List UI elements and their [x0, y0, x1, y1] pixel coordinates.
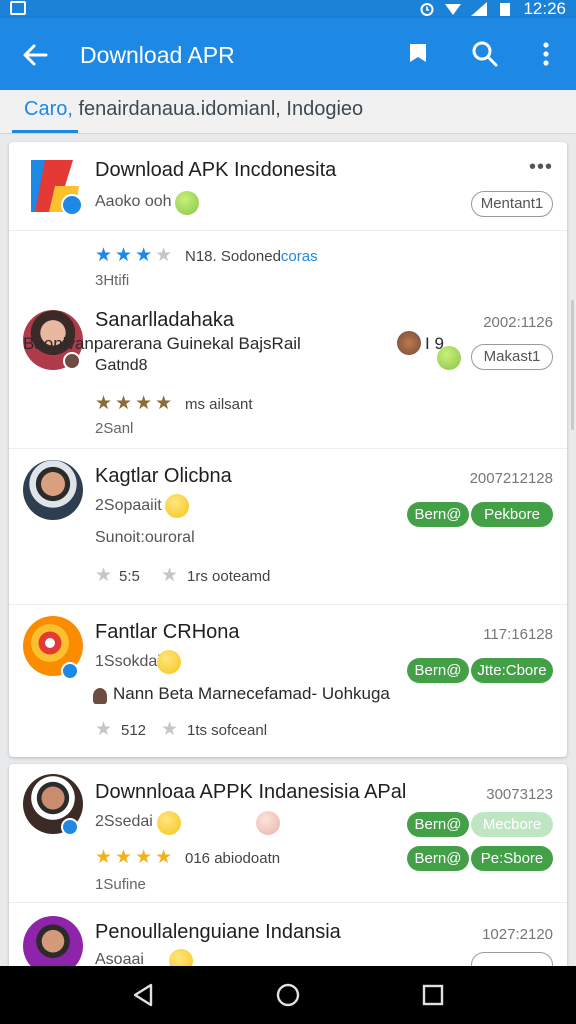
- arrow-left-icon[interactable]: [18, 38, 52, 72]
- item-meta: 1Sufine: [95, 876, 146, 893]
- item-subtitle: 2Ssedai: [95, 813, 153, 830]
- check-emoji-icon: [175, 191, 199, 215]
- item-primary-button[interactable]: Bern@: [407, 658, 469, 683]
- signal-icon: [471, 2, 488, 16]
- rating-text: ms ailsant: [185, 396, 253, 413]
- bookmark-icon[interactable]: [402, 38, 434, 70]
- item-subtitle: 2Sopaaiit: [95, 497, 162, 514]
- divider: [9, 448, 567, 449]
- item-primary-button[interactable]: Bern@: [407, 502, 469, 527]
- results-card: Download APK Incdonesita Aaoko ooh ••• M…: [9, 142, 567, 757]
- avatar: [23, 916, 83, 969]
- smile-emoji-icon: [157, 650, 181, 674]
- item-title: Sanarlladahaka: [95, 309, 234, 331]
- item-title: Penoullalenguiane Indansia: [95, 921, 341, 943]
- search-query-prefix: Caro,: [24, 98, 79, 120]
- rating-number: 5:5: [119, 568, 140, 585]
- item-time: 1027:2120: [482, 926, 553, 943]
- item-secondary-button[interactable]: Jtte:Cbore: [471, 658, 553, 683]
- rating-stars-icon: ★ ★ ★ ★: [95, 847, 173, 868]
- verified-badge-icon: [61, 194, 83, 216]
- badge-icon: [63, 352, 81, 370]
- search-bar[interactable]: Caro, fenairdanaua.idomianl, Indogieo: [0, 90, 576, 134]
- verified-badge-icon: [61, 818, 79, 836]
- rating-stars-icon: ★ ★ ★ ★: [95, 393, 173, 414]
- list-item[interactable]: Penoullalenguiane Indansia 1027:2120 Aso…: [9, 904, 567, 969]
- list-item[interactable]: Downnloaa APPK Indanesisia APal 30073123…: [9, 764, 567, 902]
- list-item[interactable]: Download APK Incdonesita Aaoko ooh ••• M…: [9, 142, 567, 230]
- item-action-button[interactable]: Makast1: [471, 344, 553, 370]
- person-icon: [93, 688, 107, 704]
- recents-square-icon[interactable]: [420, 982, 446, 1008]
- item-title: Fantlar CRHona: [95, 621, 240, 643]
- divider: [9, 230, 567, 231]
- item-primary-button[interactable]: Bern@: [407, 846, 469, 871]
- verified-badge-icon: [61, 662, 79, 680]
- rating-text: 016 abiodoatn: [185, 850, 281, 867]
- smile-emoji-icon: [157, 811, 181, 835]
- avatar-emoji-icon: [397, 331, 421, 355]
- rating-star-icon: ★: [95, 719, 113, 740]
- search-query[interactable]: Caro, fenairdanaua.idomianl, Indogieo: [24, 98, 363, 121]
- rating-star-icon: ★: [95, 565, 113, 586]
- list-item[interactable]: Kagtlar Olicbna 2007212128 2Sopaaiit Ber…: [9, 452, 567, 602]
- more-menu-icon[interactable]: •••: [529, 156, 553, 179]
- item-secondary-button[interactable]: Pekbore: [471, 502, 553, 527]
- item-subtitle: Aaoko ooh: [95, 193, 172, 210]
- item-secondary-button[interactable]: Pe:Sbore: [471, 846, 553, 871]
- item-time: 2002:1126: [483, 314, 553, 331]
- status-time: 12:26: [523, 0, 566, 18]
- item-time: 2007212128: [469, 470, 553, 487]
- item-title: Download APK Incdonesita: [95, 159, 337, 181]
- rating-text: 1ts sofceanl: [187, 722, 268, 739]
- rating-stars-icon: ★ ★ ★ ★: [95, 245, 173, 266]
- item-action-button[interactable]: Mentant1: [471, 191, 553, 217]
- system-nav-bar: [0, 966, 576, 1024]
- scrollbar[interactable]: [571, 300, 574, 430]
- rating-star-icon: ★: [161, 565, 179, 586]
- rating-text: N18. Sodonedcoras: [185, 248, 318, 265]
- item-extra: Nann Beta Marnecefamad- Uohkuga: [113, 684, 390, 703]
- search-query-rest: fenairdanaua.idomianl, Indogieo: [78, 98, 364, 120]
- rating-text: 1rs ooteamd: [187, 568, 271, 585]
- item-secondary-button[interactable]: Mecbore: [471, 812, 553, 837]
- home-circle-icon[interactable]: [275, 982, 301, 1008]
- smile-emoji-icon: [165, 494, 189, 518]
- more-vert-icon[interactable]: [530, 38, 562, 70]
- notification-icon: [10, 1, 26, 15]
- item-subtitle: 1Ssokdai: [95, 653, 161, 670]
- item-meta: 2Sanl: [95, 420, 134, 437]
- rating-block: ★ ★ ★ ★ N18. Sodonedcoras 3Htifi: [9, 240, 567, 294]
- rating-star-icon: ★: [161, 719, 179, 740]
- page-title: Download APR: [80, 42, 235, 68]
- item-title: Downnloaa APPK Indanesisia APal: [95, 781, 407, 803]
- wifi-icon: [445, 4, 462, 15]
- item-line3: Gatnd8: [95, 357, 148, 374]
- divider: [9, 902, 567, 903]
- item-meta: 3Htifi: [95, 272, 130, 289]
- item-time: 117:16128: [483, 626, 553, 643]
- item-time: 30073123: [486, 786, 553, 803]
- item-title: Kagtlar Olicbna: [95, 465, 232, 487]
- search-icon[interactable]: [469, 38, 501, 70]
- item-line2: Baonlvanparerana Guinekal BajsRail: [23, 334, 301, 353]
- search-underline: [12, 130, 78, 133]
- results-card: Downnloaa APPK Indanesisia APal 30073123…: [9, 764, 567, 969]
- item-extra: Sunoit:ouroral: [95, 529, 195, 546]
- face-emoji-icon: [256, 811, 280, 835]
- check-emoji-icon: [437, 346, 461, 370]
- battery-icon: [500, 3, 511, 16]
- status-bar: 12:26: [0, 0, 576, 18]
- rating-number: 512: [121, 722, 147, 739]
- back-triangle-icon[interactable]: [130, 982, 156, 1008]
- divider: [9, 604, 567, 605]
- avatar: [23, 460, 83, 520]
- alarm-icon: [420, 3, 434, 16]
- list-item[interactable]: Sanarlladahaka 2002:1126 Baonlvanpareran…: [9, 302, 567, 447]
- item-primary-button[interactable]: Bern@: [407, 812, 469, 837]
- app-bar: Download APR: [0, 18, 576, 90]
- list-item[interactable]: Fantlar CRHona 117:16128 1Ssokdai Bern@ …: [9, 608, 567, 756]
